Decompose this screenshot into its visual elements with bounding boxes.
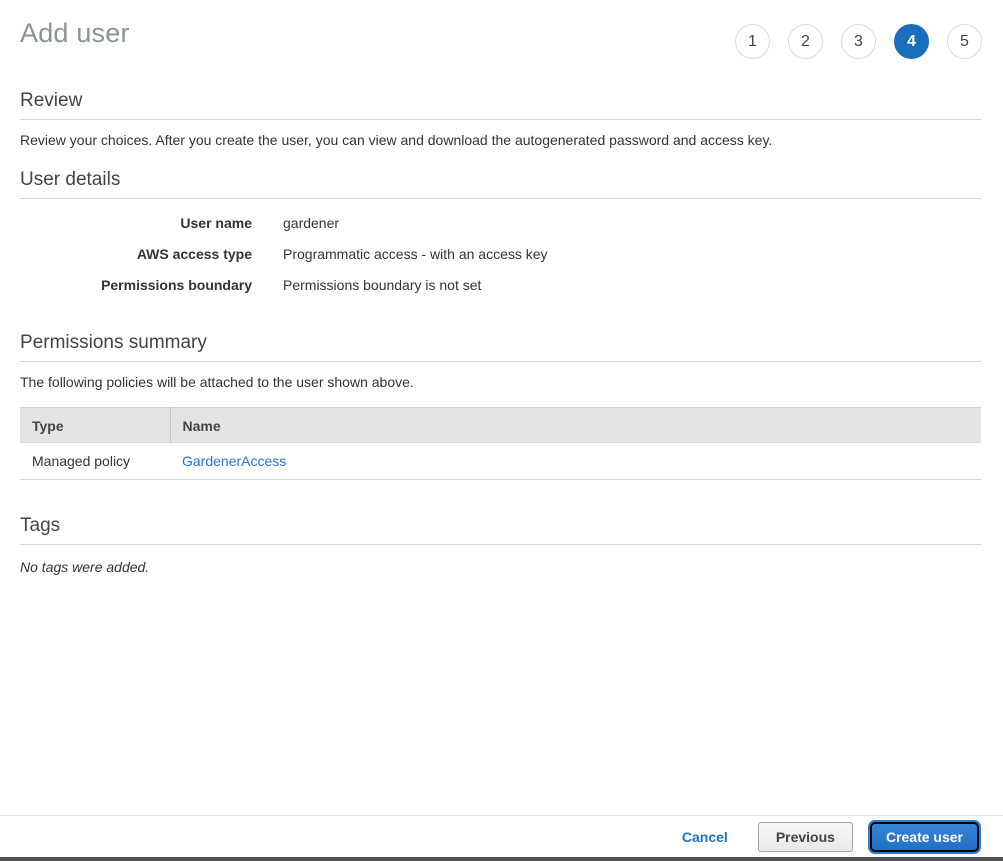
add-user-wizard-page: Add user 1 2 3 4 5 Review Review your ch…: [0, 0, 1003, 861]
permissions-summary-section: Permissions summary The following polici…: [20, 332, 981, 480]
permissions-boundary-value: Permissions boundary is not set: [283, 276, 481, 295]
detail-row-user-name: User name gardener: [20, 214, 981, 233]
user-name-label: User name: [20, 214, 252, 233]
tags-empty-message: No tags were added.: [20, 559, 981, 575]
permissions-summary-heading: Permissions summary: [20, 332, 981, 354]
attached-policies-table: Type Name Managed policy GardenerAccess: [20, 407, 981, 480]
wizard-step-indicator: 1 2 3 4 5: [735, 24, 982, 59]
user-details-heading: User details: [20, 169, 981, 191]
review-heading: Review: [20, 90, 981, 112]
policy-name-link[interactable]: GardenerAccess: [182, 453, 286, 469]
user-details-section: User details User name gardener AWS acce…: [20, 169, 981, 295]
step-indicator-5: 5: [947, 24, 982, 59]
create-user-button[interactable]: Create user: [870, 822, 979, 852]
permissions-boundary-label: Permissions boundary: [20, 276, 252, 295]
access-type-value: Programmatic access - with an access key: [283, 245, 548, 264]
user-details-rows: User name gardener AWS access type Progr…: [20, 214, 981, 295]
bottom-window-edge: [0, 857, 1003, 861]
review-divider: [20, 119, 981, 120]
user-details-divider: [20, 198, 981, 199]
step-indicator-2: 2: [788, 24, 823, 59]
tags-section: Tags No tags were added.: [20, 515, 981, 575]
review-section: Review Review your choices. After you cr…: [20, 90, 981, 148]
policy-type-cell: Managed policy: [20, 443, 170, 480]
permissions-summary-description: The following policies will be attached …: [20, 374, 981, 390]
step-indicator-1: 1: [735, 24, 770, 59]
detail-row-access-type: AWS access type Programmatic access - wi…: [20, 245, 981, 264]
review-description: Review your choices. After you create th…: [20, 132, 981, 148]
wizard-footer: Cancel Previous Create user: [0, 815, 1003, 857]
page-title: Add user: [20, 18, 130, 49]
user-name-value: gardener: [283, 214, 339, 233]
wizard-header: Add user 1 2 3 4 5: [0, 0, 1003, 88]
wizard-content: Review Review your choices. After you cr…: [0, 90, 1003, 575]
policy-name-cell: GardenerAccess: [170, 443, 981, 480]
previous-button[interactable]: Previous: [758, 822, 853, 852]
tags-heading: Tags: [20, 515, 981, 537]
step-indicator-3: 3: [841, 24, 876, 59]
policies-table-header-row: Type Name: [20, 408, 981, 443]
table-row: Managed policy GardenerAccess: [20, 443, 981, 480]
policies-column-name: Name: [170, 408, 981, 443]
tags-divider: [20, 544, 981, 545]
step-indicator-4-active: 4: [894, 24, 929, 59]
permissions-summary-divider: [20, 361, 981, 362]
detail-row-permissions-boundary: Permissions boundary Permissions boundar…: [20, 276, 981, 295]
policies-column-type: Type: [20, 408, 170, 443]
cancel-link[interactable]: Cancel: [682, 829, 728, 845]
access-type-label: AWS access type: [20, 245, 252, 264]
